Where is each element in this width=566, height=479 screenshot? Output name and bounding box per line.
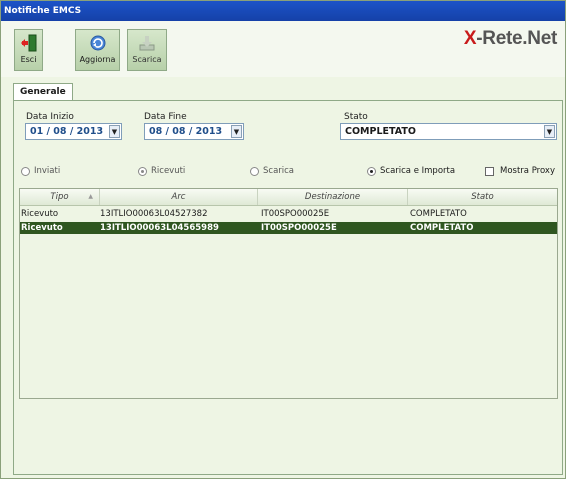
refresh-button[interactable]: Aggiorna — [75, 29, 120, 71]
cell-arc: 13ITLIO00063L04565989 — [100, 223, 219, 233]
cell-stato: COMPLETATO — [410, 209, 467, 219]
radio-scarica-importa[interactable]: Scarica e Importa — [367, 166, 467, 178]
checkbox-mostra-proxy[interactable]: Mostra Proxy — [485, 166, 561, 178]
cell-stato: COMPLETATO — [410, 223, 474, 233]
notifications-grid: Tipo ▲ Arc Destinazione Stato Ricevuto 1… — [19, 188, 558, 399]
refresh-icon — [90, 35, 105, 51]
exit-button[interactable]: Esci — [14, 29, 43, 71]
logo-x: X — [463, 28, 477, 49]
exit-button-label: Esci — [20, 55, 37, 64]
data-inizio-picker[interactable]: 01 / 08 / 2013 ▼ — [25, 123, 122, 140]
radio-inviati[interactable]: Inviati — [21, 166, 81, 178]
data-inizio-label: Data Inizio — [26, 112, 74, 122]
table-row-selected[interactable]: Ricevuto 13ITLIO00063L04565989 IT00SPO00… — [20, 222, 557, 234]
checkbox-box — [485, 167, 494, 176]
radio-scarica-label: Scarica — [263, 166, 295, 176]
exit-door-icon — [20, 34, 36, 52]
refresh-button-label: Aggiorna — [79, 55, 116, 64]
table-row[interactable]: Ricevuto 13ITLIO00063L04527382 IT00SPO00… — [20, 208, 557, 220]
chevron-down-icon[interactable]: ▼ — [109, 125, 120, 138]
radio-scarica-importa-label: Scarica e Importa — [380, 166, 456, 176]
data-inizio-value: 01 / 08 / 2013 — [30, 126, 104, 137]
data-fine-picker[interactable]: 08 / 08 / 2013 ▼ — [144, 123, 244, 140]
radio-circle — [367, 167, 376, 176]
column-header-tipo-label: Tipo — [50, 192, 69, 202]
logo-rest: -Rete.Net — [476, 28, 557, 49]
radio-scarica[interactable]: Scarica — [250, 166, 310, 178]
cell-tipo: Ricevuto — [21, 209, 59, 219]
cell-destinazione: IT00SPO00025E — [261, 223, 337, 233]
cell-tipo: Ricevuto — [21, 223, 63, 233]
chevron-down-icon[interactable]: ▼ — [544, 125, 555, 138]
download-button[interactable]: Scarica — [127, 29, 167, 71]
stato-label: Stato — [344, 112, 368, 122]
sort-ascending-icon: ▲ — [88, 193, 93, 200]
cell-destinazione: IT00SPO00025E — [261, 209, 330, 219]
mostra-proxy-label: Mostra Proxy — [500, 166, 555, 176]
data-fine-label: Data Fine — [144, 112, 187, 122]
cell-arc: 13ITLIO00063L04527382 — [100, 209, 208, 219]
radio-ricevuti[interactable]: Ricevuti — [138, 166, 198, 178]
radio-inviati-label: Inviati — [34, 166, 61, 176]
column-header-tipo[interactable]: Tipo ▲ — [20, 189, 100, 205]
tab-generale[interactable]: Generale — [13, 83, 73, 101]
radio-ricevuti-label: Ricevuti — [151, 166, 186, 176]
chevron-down-icon[interactable]: ▼ — [231, 125, 242, 138]
grid-header: Tipo ▲ Arc Destinazione Stato — [20, 189, 557, 206]
window-title: Notifiche EMCS — [1, 1, 565, 21]
column-header-destinazione[interactable]: Destinazione — [258, 189, 408, 205]
data-fine-value: 08 / 08 / 2013 — [149, 126, 223, 137]
toolbar: Esci Aggiorna Scarica X-Rete.Net — [1, 21, 565, 77]
radio-circle — [21, 167, 30, 176]
download-tray-icon — [139, 36, 155, 51]
stato-value: COMPLETATO — [345, 126, 416, 137]
column-header-arc[interactable]: Arc — [100, 189, 258, 205]
download-button-label: Scarica — [132, 55, 162, 64]
radio-circle — [138, 167, 147, 176]
x-rete-logo: X-Rete.Net — [464, 28, 557, 50]
radio-circle — [250, 167, 259, 176]
emcs-notifications-window: Notifiche EMCS Esci Aggiorna Scarica X-R… — [0, 0, 566, 479]
column-header-stato[interactable]: Stato — [408, 189, 557, 205]
stato-select[interactable]: COMPLETATO ▼ — [340, 123, 557, 140]
